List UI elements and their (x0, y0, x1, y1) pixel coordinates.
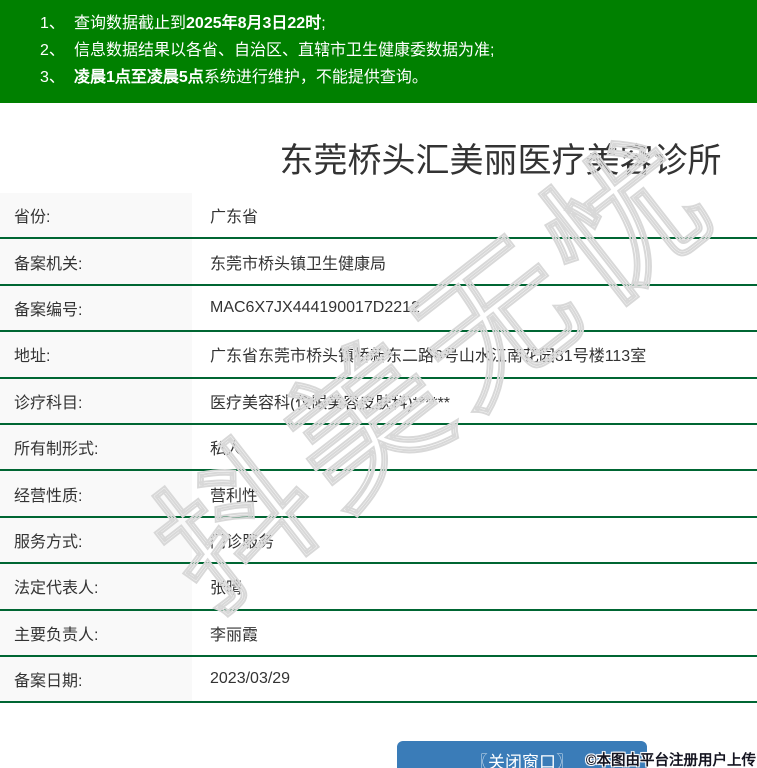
row-value: 2023/03/29 (210, 670, 291, 688)
row-value: 东莞市桥头镇卫生健康局 (210, 255, 387, 273)
row-label: 地址: (0, 332, 192, 377)
notice-banner: 1、 查询数据截止到2025年8月3日22时; 2、 信息数据结果以各省、自治区、直… (0, 0, 757, 103)
notice-line-2: 2、 信息数据结果以各省、自治区、直辖市卫生健康委数据为准; (40, 37, 747, 64)
row-label: 服务方式: (0, 517, 192, 563)
table-row-legal-representative: 法定代表人: 张晴 (0, 564, 757, 611)
row-value: 张晴 (210, 580, 243, 598)
row-label: 所有制形式: (0, 424, 192, 470)
row-label: 法定代表人: (0, 564, 192, 609)
row-label: 经营性质: (0, 471, 192, 516)
row-value: MAC6X7JX444190017D2212 (210, 298, 420, 316)
table-row-ownership-form: 所有制形式: 私人 (0, 424, 757, 472)
table-row-address: 地址: 广东省东莞市桥头镇桥新东二路6号山水江南花园81号楼113室 (0, 332, 757, 379)
uploaded-by-user-stamp: ©本图由平台注册用户上传 (585, 753, 756, 768)
row-label: 备案日期: (0, 656, 192, 702)
row-label: 主要负责人: (0, 610, 192, 655)
title-area: 东莞桥头汇美丽医疗美容诊所 (0, 103, 757, 193)
row-value: 广东省 (210, 209, 259, 227)
page-title: 东莞桥头汇美丽医疗美容诊所 (279, 142, 722, 180)
row-value: 门诊服务 (210, 533, 275, 551)
table-row-main-person-in-charge: 主要负责人: 李丽霞 (0, 610, 757, 657)
row-value: 李丽霞 (210, 626, 259, 644)
table-row-service-mode: 服务方式: 门诊服务 (0, 517, 757, 565)
registration-info-page: 1、 查询数据截止到2025年8月3日22时; 2、 信息数据结果以各省、自治区、直… (0, 0, 757, 768)
notice-number: 1、 (40, 15, 65, 32)
notice-line-3: 3、 凌晨1点至凌晨5点系统进行维护，不能提供查询。 (40, 64, 747, 91)
notice-number: 3、 (40, 69, 65, 86)
row-label: 备案编号: (0, 285, 192, 331)
notice-number: 2、 (40, 42, 65, 59)
row-label: 省份: (0, 193, 192, 238)
table-row-medical-subjects: 诊疗科目: 医疗美容科(仅限美容皮肤科)****** (0, 378, 757, 425)
table-row-filing-number: 备案编号: MAC6X7JX444190017D2212 (0, 285, 757, 333)
table-row-filing-authority: 备案机关: 东莞市桥头镇卫生健康局 (0, 239, 757, 286)
notice-text-bold: 2025年8月3日22时 (186, 15, 322, 32)
notice-text-end: 系统进行维护，不能提供查询。 (203, 69, 428, 86)
row-value: 营利性 (210, 487, 259, 505)
notice-line-1: 1、 查询数据截止到2025年8月3日22时; (40, 10, 747, 37)
row-value: 广东省东莞市桥头镇桥新东二路6号山水江南花园81号楼113室 (210, 348, 647, 366)
table-row-business-nature: 经营性质: 营利性 (0, 471, 757, 518)
row-value: 私人 (210, 441, 243, 459)
row-label: 诊疗科目: (0, 378, 192, 423)
notice-text-bold: 凌晨1点至凌晨5点 (74, 69, 204, 86)
notice-text-end: ; (321, 15, 326, 32)
row-value: 医疗美容科(仅限美容皮肤科)****** (210, 394, 451, 412)
notice-text: 信息数据结果以各省、自治区、直辖市卫生健康委数据为准; (74, 42, 495, 59)
row-label: 备案机关: (0, 239, 192, 284)
table-row-province: 省份: 广东省 (0, 193, 757, 240)
table-row-filing-date: 备案日期: 2023/03/29 (0, 656, 757, 704)
record-table: 省份: 广东省 备案机关: 东莞市桥头镇卫生健康局 备案编号: MAC6X7JX… (0, 193, 757, 704)
notice-text: 查询数据截止到 (74, 15, 187, 32)
